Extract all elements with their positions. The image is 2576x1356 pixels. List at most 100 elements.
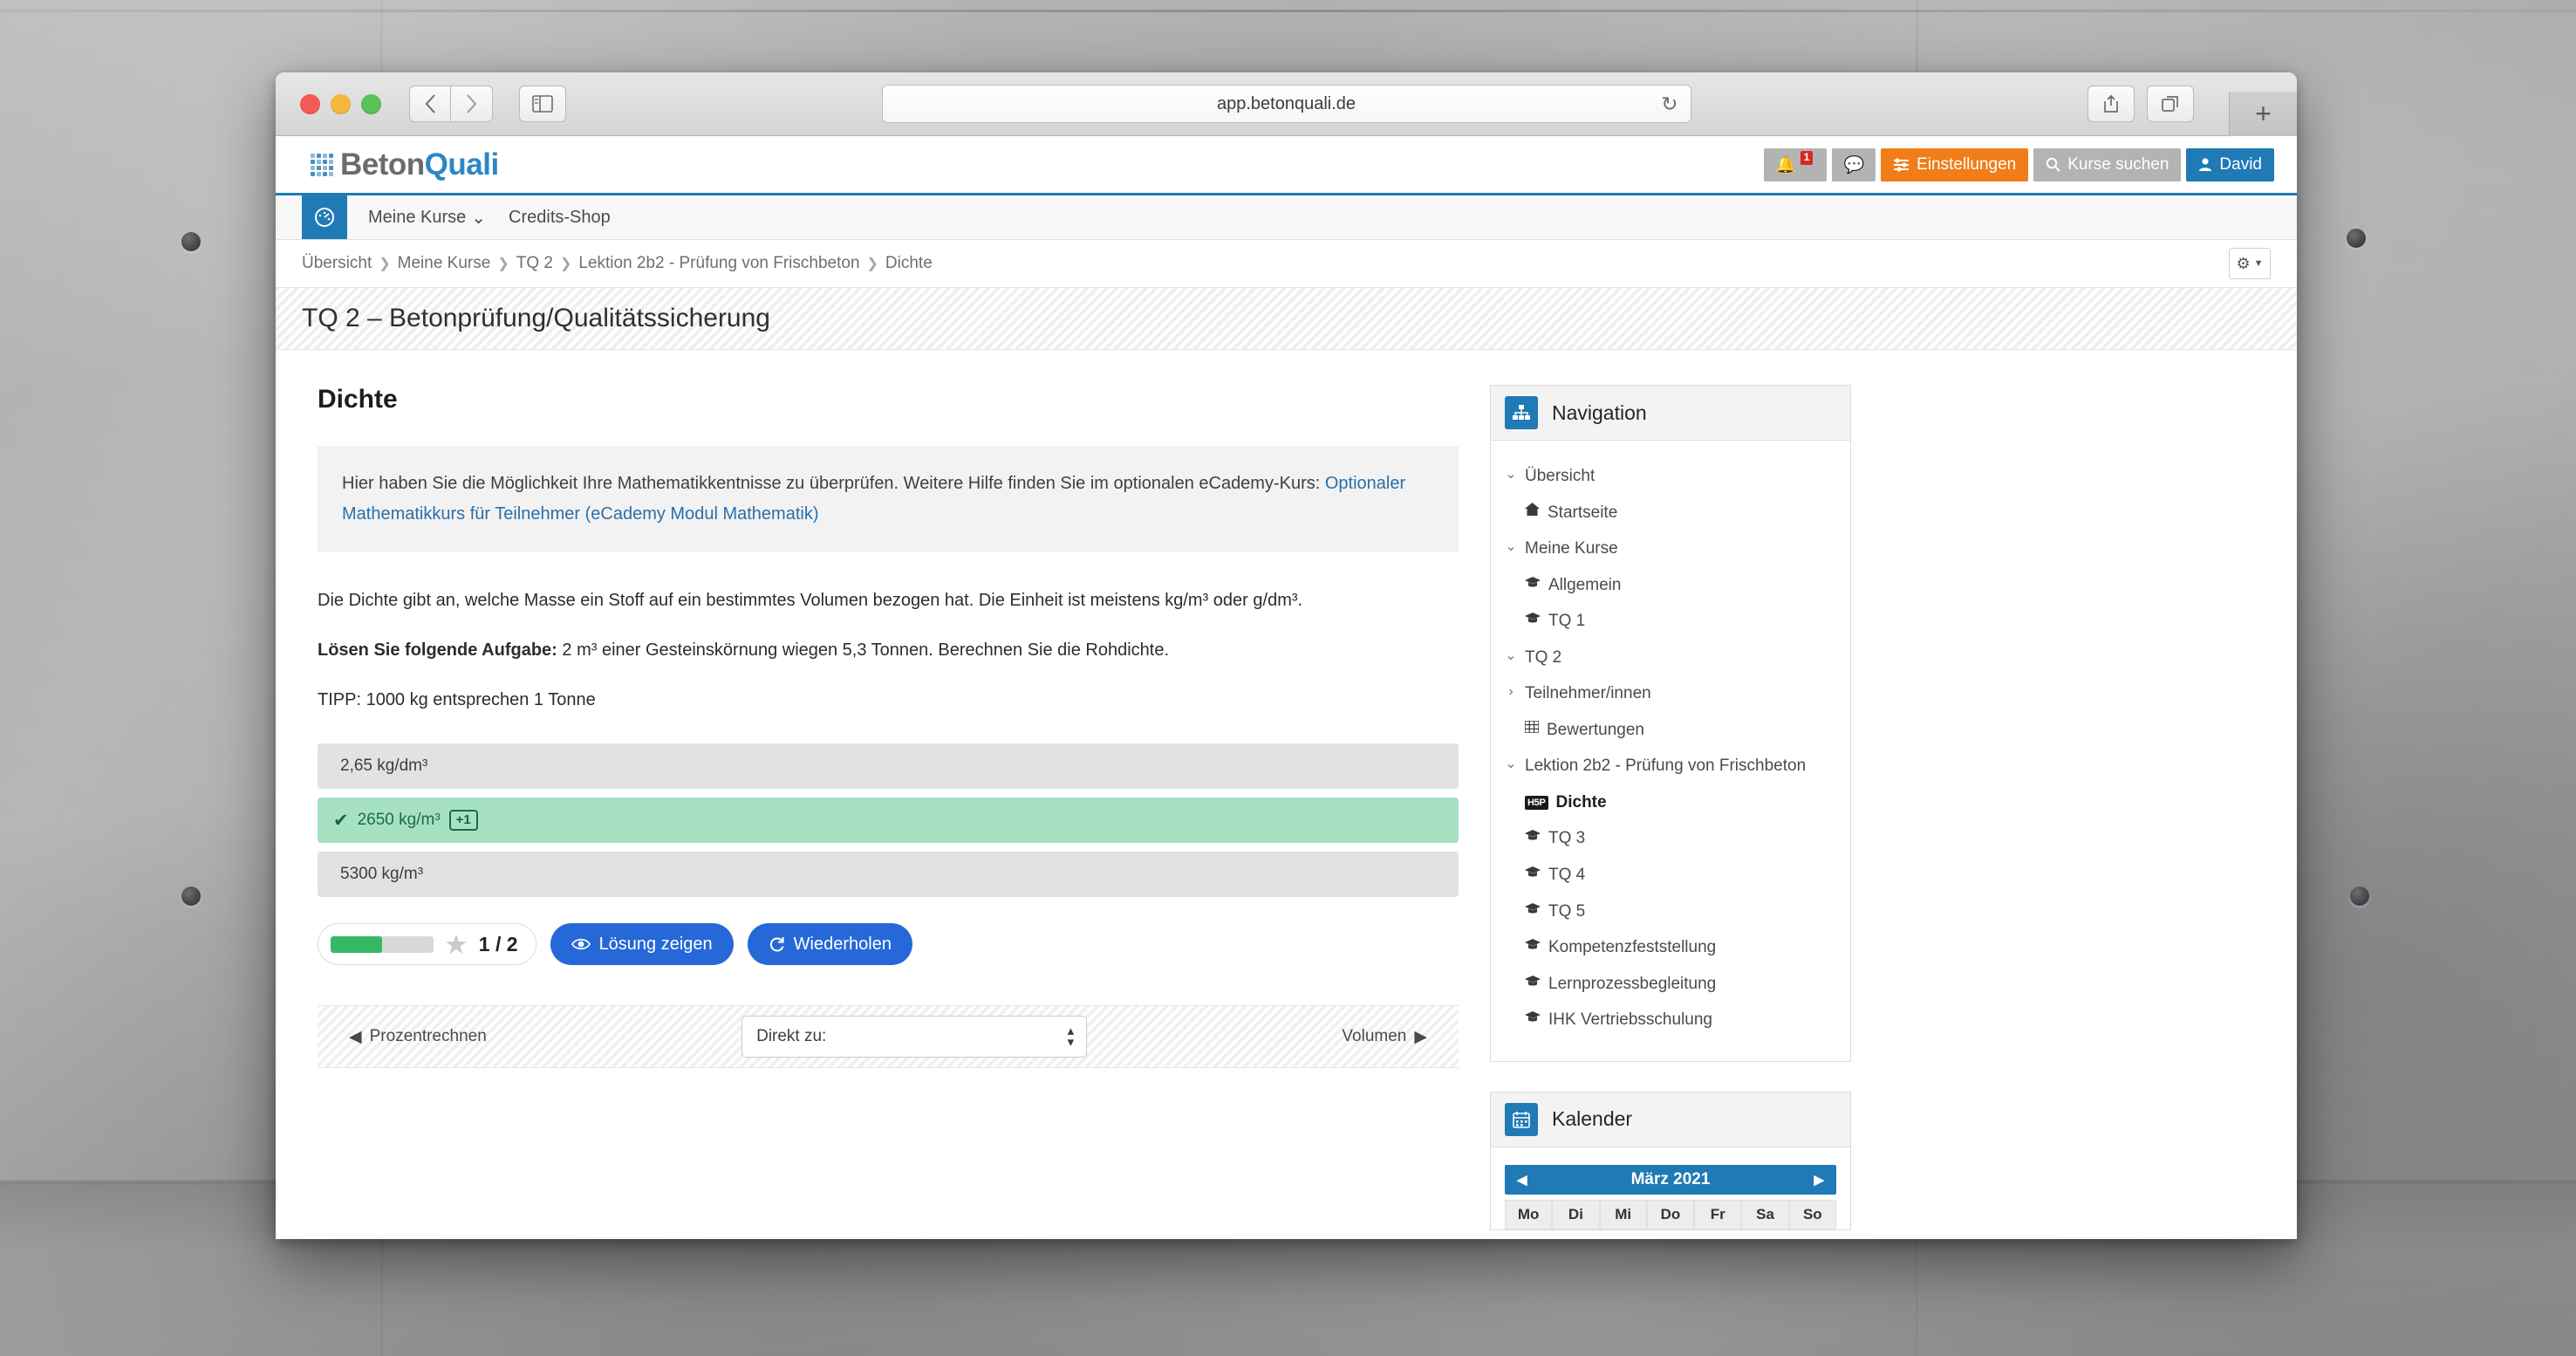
show-tabs-icon[interactable] bbox=[2147, 86, 2194, 122]
settings-button-label: Einstellungen bbox=[1917, 154, 2017, 174]
new-tab-button[interactable]: + bbox=[2229, 92, 2297, 136]
chat-bubble-icon: 💬 bbox=[1843, 155, 1865, 175]
answer-list: 2,65 kg/dm³ ✔ 2650 kg/m³ +1 5300 kg/m³ bbox=[318, 743, 1459, 897]
course-search-label: Kurse suchen bbox=[2067, 154, 2169, 174]
nav-tree-item-dichte[interactable]: H5P Dichte bbox=[1505, 784, 1836, 821]
bell-icon: 🔔 bbox=[1775, 155, 1796, 175]
course-search-button[interactable]: Kurse suchen bbox=[2033, 147, 2182, 181]
calendar-next-month-button[interactable]: ▶ bbox=[1814, 1172, 1824, 1188]
chevron-down-icon[interactable]: ⌄ bbox=[1505, 646, 1517, 667]
nav-tree-item-lernprozessbegleitung[interactable]: Lernprozessbegleitung bbox=[1505, 966, 1836, 1003]
sidebar-toggle-button[interactable] bbox=[519, 86, 566, 122]
minimize-window-button[interactable] bbox=[331, 93, 351, 114]
cap-icon bbox=[1525, 900, 1541, 921]
answer-option-0-label: 2,65 kg/dm³ bbox=[340, 757, 428, 775]
page-settings-menu-button[interactable]: ⚙ ▼ bbox=[2229, 248, 2271, 279]
show-solution-label: Lösung zeigen bbox=[598, 934, 713, 954]
navigation-block: Navigation ⌄ Übersicht Startseite ⌄ Meine Ku… bbox=[1490, 385, 1851, 1062]
navbar-item-credits-shop[interactable]: Credits-Shop bbox=[509, 208, 611, 228]
chevron-down-icon[interactable]: ⌄ bbox=[1505, 754, 1517, 775]
cap-icon bbox=[1525, 972, 1541, 993]
betonquali-logo[interactable]: BetonQuali bbox=[311, 147, 499, 182]
breadcrumb: Übersicht ❯ Meine Kurse ❯ TQ 2 ❯ Lektion… bbox=[302, 254, 933, 273]
user-menu-button[interactable]: David bbox=[2186, 147, 2274, 181]
calendar-weekday-header: Mo Di Mi Do Fr Sa So bbox=[1505, 1199, 1836, 1229]
nav-tree-item-startseite[interactable]: Startseite bbox=[1505, 495, 1836, 531]
header-actions: 🔔 1 💬 Einstellungen Kurse suchen David bbox=[1764, 147, 2274, 181]
navbar-item-meine-kurse[interactable]: Meine Kurse ⌄ bbox=[368, 207, 486, 229]
nav-tree-item-label: TQ 1 bbox=[1548, 612, 1586, 631]
next-activity-link[interactable]: Volumen ▶ bbox=[1342, 1027, 1427, 1047]
nav-tree-item-ihk-vertriebsschulung[interactable]: IHK Vertriebsschulung bbox=[1505, 1002, 1836, 1038]
chevron-right-icon[interactable]: › bbox=[1505, 681, 1517, 702]
previous-activity-label: Prozentrechnen bbox=[369, 1027, 487, 1045]
chevron-down-icon[interactable]: ⌄ bbox=[1505, 537, 1517, 558]
nav-tree-item-meine-kurse[interactable]: ⌄ Meine Kurse bbox=[1505, 531, 1836, 567]
dashboard-icon[interactable] bbox=[302, 195, 347, 239]
grid-icon bbox=[1524, 718, 1540, 739]
nav-tree-item-kompetenzfeststellung[interactable]: Kompetenzfeststellung bbox=[1505, 929, 1836, 966]
answer-option-1[interactable]: ✔ 2650 kg/m³ +1 bbox=[318, 798, 1459, 843]
navbar-item-credits-shop-label: Credits-Shop bbox=[509, 207, 611, 227]
breadcrumb-separator: ❯ bbox=[497, 257, 509, 271]
nav-tree-item-label: Bewertungen bbox=[1547, 720, 1644, 739]
nav-tree-item-tq-4[interactable]: TQ 4 bbox=[1505, 857, 1836, 894]
breadcrumb-item-4[interactable]: Dichte bbox=[885, 254, 933, 273]
calendar-weekday-sa: Sa bbox=[1741, 1199, 1789, 1229]
nav-tree-item-tq-2[interactable]: ⌄ TQ 2 bbox=[1505, 640, 1836, 676]
show-solution-button[interactable]: Lösung zeigen bbox=[550, 923, 734, 965]
eye-icon bbox=[571, 938, 591, 950]
nav-tree-item-lektion-2b2-pr-fung-von-frischbeton[interactable]: ⌄ Lektion 2b2 - Prüfung von Frischbeton bbox=[1505, 748, 1836, 784]
nav-tree-item-allgemein[interactable]: Allgemein bbox=[1505, 567, 1836, 604]
calendar-block-header: Kalender bbox=[1491, 1092, 1850, 1147]
chevron-down-icon: ▼ bbox=[2253, 258, 2264, 269]
home-icon bbox=[1525, 501, 1540, 522]
breadcrumb-item-3[interactable]: Lektion 2b2 - Prüfung von Frischbeton bbox=[578, 254, 859, 273]
reload-icon[interactable]: ↻ bbox=[1661, 93, 1677, 114]
back-button[interactable] bbox=[409, 86, 451, 122]
forward-button[interactable] bbox=[451, 86, 493, 122]
navbar-item-meine-kurse-label: Meine Kurse bbox=[368, 207, 467, 227]
window-controls[interactable] bbox=[300, 93, 381, 114]
score-value: 1 / 2 bbox=[478, 932, 518, 955]
answer-option-2[interactable]: 5300 kg/m³ bbox=[318, 852, 1459, 897]
answer-option-1-label: 2650 kg/m³ bbox=[357, 811, 441, 829]
jump-to-label: Direkt zu: bbox=[756, 1027, 827, 1045]
calendar-prev-month-button[interactable]: ◀ bbox=[1517, 1172, 1527, 1188]
breadcrumb-separator: ❯ bbox=[559, 257, 572, 271]
settings-button[interactable]: Einstellungen bbox=[1881, 147, 2029, 181]
breadcrumb-item-2[interactable]: TQ 2 bbox=[516, 254, 553, 273]
address-bar[interactable]: app.betonquali.de ↻ bbox=[881, 85, 1691, 123]
calendar-weekday-fr: Fr bbox=[1694, 1199, 1742, 1229]
share-icon[interactable] bbox=[2087, 86, 2135, 122]
jump-to-select[interactable]: Direkt zu: ▴ ▾ bbox=[741, 1016, 1088, 1058]
nav-tree-item-tq-1[interactable]: TQ 1 bbox=[1505, 603, 1836, 640]
messages-button[interactable]: 💬 bbox=[1832, 147, 1876, 181]
close-window-button[interactable] bbox=[300, 93, 320, 114]
nav-tree-item-bersicht[interactable]: ⌄ Übersicht bbox=[1505, 458, 1836, 495]
breadcrumb-item-1[interactable]: Meine Kurse bbox=[398, 254, 491, 273]
calendar-month-nav: ◀ März 2021 ▶ bbox=[1505, 1164, 1836, 1195]
calendar-block-body: ◀ März 2021 ▶ Mo Di Mi Do Fr Sa So bbox=[1491, 1147, 1850, 1229]
nav-tree-item-bewertungen[interactable]: Bewertungen bbox=[1505, 712, 1836, 749]
info-box-text: Hier haben Sie die Möglichkeit Ihre Math… bbox=[342, 474, 1325, 493]
answer-option-0[interactable]: 2,65 kg/dm³ bbox=[318, 743, 1459, 789]
nav-tree-item-label: Lektion 2b2 - Prüfung von Frischbeton bbox=[1525, 757, 1807, 776]
breadcrumb-item-0[interactable]: Übersicht bbox=[302, 254, 372, 273]
triangle-left-icon: ◀ bbox=[349, 1027, 362, 1046]
maximize-window-button[interactable] bbox=[361, 93, 381, 114]
chevron-down-icon[interactable]: ⌄ bbox=[1505, 464, 1517, 485]
nav-tree-item-label: Dichte bbox=[1555, 792, 1607, 812]
sliders-icon bbox=[1894, 157, 1910, 172]
retry-button[interactable]: Wiederholen bbox=[747, 923, 912, 965]
browser-titlebar: app.betonquali.de ↻ + bbox=[276, 72, 2297, 136]
nav-tree-item-label: TQ 5 bbox=[1548, 901, 1586, 921]
nav-tree-item-tq-5[interactable]: TQ 5 bbox=[1505, 894, 1836, 930]
nav-tree-item-teilnehmer-innen[interactable]: › Teilnehmer/innen bbox=[1505, 675, 1836, 712]
search-icon bbox=[2046, 157, 2060, 172]
notification-badge: 1 bbox=[1800, 150, 1814, 165]
previous-activity-link[interactable]: ◀ Prozentrechnen bbox=[349, 1027, 487, 1047]
page-title-bar: TQ 2 – Betonprüfung/Qualitätssicherung bbox=[276, 287, 2297, 350]
notifications-button[interactable]: 🔔 1 bbox=[1764, 147, 1828, 181]
nav-tree-item-tq-3[interactable]: TQ 3 bbox=[1505, 820, 1836, 857]
